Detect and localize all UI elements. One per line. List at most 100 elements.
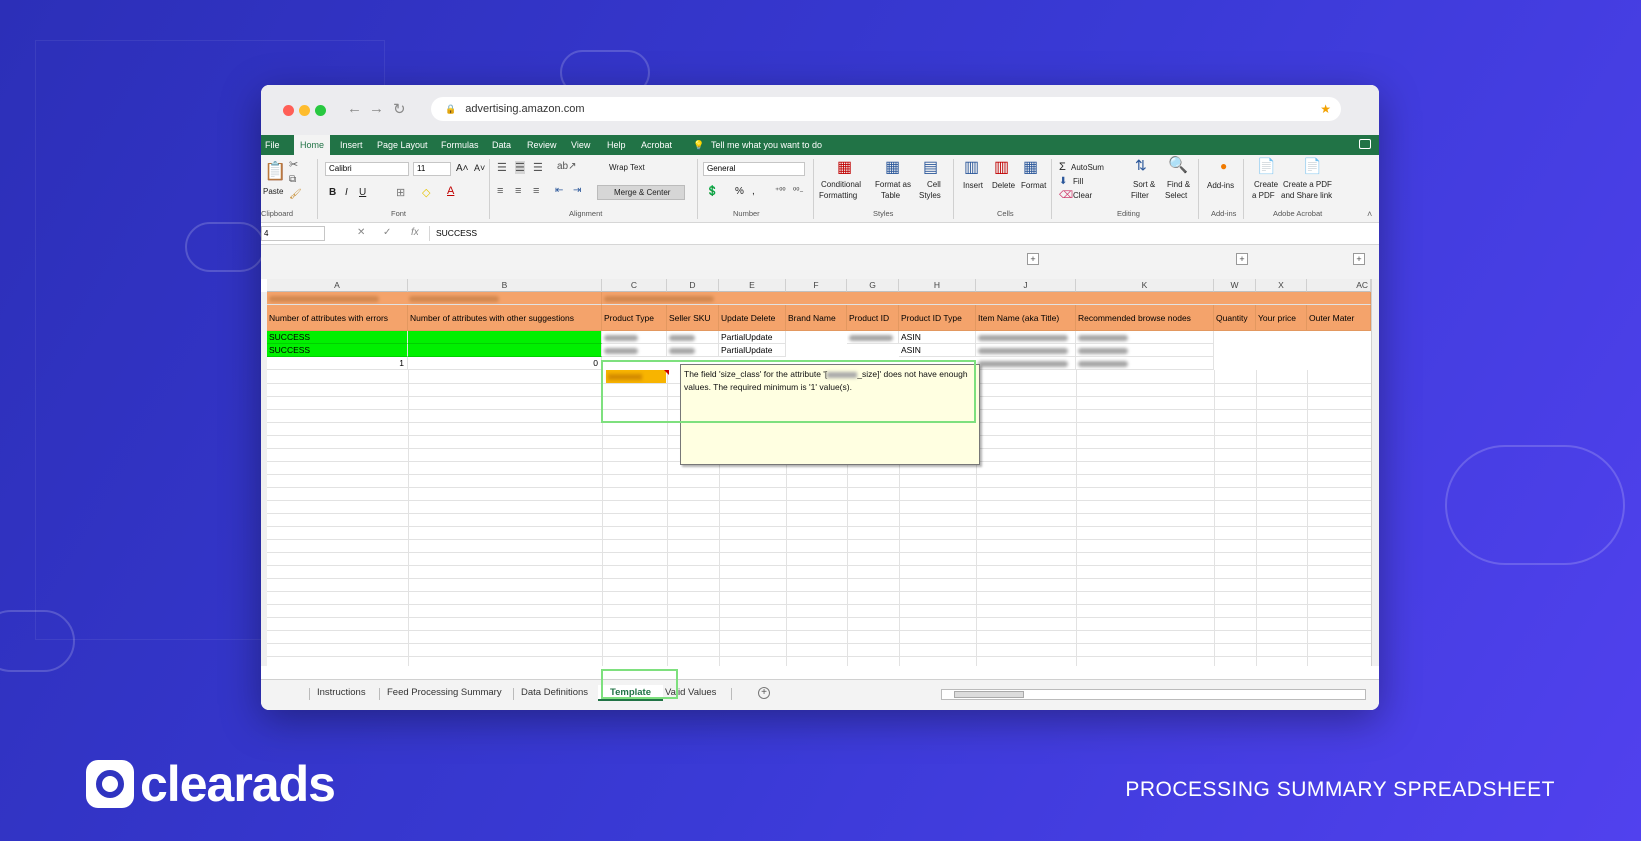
column-header-ac[interactable]: AC bbox=[1307, 279, 1371, 292]
template-info-cell[interactable] bbox=[267, 292, 602, 305]
status-cell[interactable] bbox=[408, 331, 602, 344]
enter-icon[interactable]: ✓ bbox=[383, 227, 391, 238]
forward-arrow-icon[interactable]: → bbox=[369, 100, 384, 117]
autosum-button[interactable]: AutoSum bbox=[1071, 163, 1104, 172]
decrease-font-icon[interactable]: A˅ bbox=[474, 163, 485, 173]
bookmark-star-icon[interactable]: ★ bbox=[1320, 97, 1331, 121]
header-cell[interactable]: Update Delete bbox=[719, 305, 786, 331]
suggestion-count-cell[interactable]: 0 bbox=[408, 357, 602, 370]
maximize-window-button[interactable] bbox=[315, 105, 326, 116]
menu-insert[interactable]: Insert bbox=[340, 135, 363, 155]
header-cell[interactable]: Product Type bbox=[602, 305, 667, 331]
horizontal-scroll-thumb[interactable] bbox=[954, 691, 1024, 698]
align-right-icon[interactable]: ≡ bbox=[533, 185, 539, 197]
column-header-f[interactable]: F bbox=[786, 279, 847, 292]
function-icon[interactable]: fx bbox=[411, 227, 419, 238]
delete-cells-button[interactable]: Delete bbox=[992, 181, 1015, 190]
address-bar[interactable]: 🔒 advertising.amazon.com ★ bbox=[431, 97, 1341, 121]
cell-styles-label-1[interactable]: Cell bbox=[927, 180, 941, 189]
fill-button[interactable]: Fill bbox=[1073, 177, 1083, 186]
borders-icon[interactable]: ⊞ bbox=[396, 186, 405, 199]
number-format-select[interactable]: General bbox=[703, 162, 805, 176]
expand-group-button[interactable]: + bbox=[1236, 253, 1248, 265]
spreadsheet-grid[interactable]: A B C D E F G H J K W X AC Number of att… bbox=[261, 279, 1371, 666]
header-cell[interactable]: Outer Mater bbox=[1307, 305, 1371, 331]
update-delete-cell[interactable]: PartialUpdate bbox=[719, 331, 786, 344]
item-name-cell[interactable] bbox=[976, 344, 1076, 357]
conditional-formatting-label-1[interactable]: Conditional bbox=[821, 180, 861, 189]
column-header-j[interactable]: J bbox=[976, 279, 1076, 292]
wrap-text-button[interactable]: Wrap Text bbox=[609, 163, 645, 172]
status-cell[interactable] bbox=[408, 344, 602, 357]
browse-nodes-cell[interactable] bbox=[1076, 344, 1214, 357]
horizontal-scrollbar[interactable] bbox=[941, 689, 1366, 700]
copy-icon[interactable]: ⧉ bbox=[289, 174, 296, 185]
menu-page-layout[interactable]: Page Layout bbox=[377, 135, 428, 155]
create-pdf-label-2[interactable]: a PDF bbox=[1252, 191, 1275, 200]
decrease-decimal-icon[interactable]: ⁰⁰₋ bbox=[793, 186, 804, 195]
sheet-tab-feed-processing-summary[interactable]: Feed Processing Summary bbox=[381, 685, 508, 701]
formula-input[interactable]: SUCCESS bbox=[429, 226, 1373, 241]
header-cell[interactable]: Number of attributes with other suggesti… bbox=[408, 305, 602, 331]
add-ins-button[interactable]: Add-ins bbox=[1207, 181, 1234, 190]
seller-sku-cell[interactable] bbox=[667, 344, 719, 357]
percent-style-icon[interactable]: % bbox=[735, 186, 744, 197]
align-bottom-icon[interactable]: ☰ bbox=[533, 161, 543, 174]
clear-button[interactable]: Clear bbox=[1073, 191, 1092, 200]
expand-group-button[interactable]: + bbox=[1027, 253, 1039, 265]
column-header-b[interactable]: B bbox=[408, 279, 602, 292]
column-header-a[interactable]: A bbox=[267, 279, 408, 292]
menu-home[interactable]: Home bbox=[294, 135, 331, 155]
cancel-icon[interactable]: ✕ bbox=[357, 227, 365, 238]
header-cell[interactable]: Quantity bbox=[1214, 305, 1256, 331]
seller-sku-cell[interactable] bbox=[667, 331, 719, 344]
tell-me-search[interactable]: Tell me what you want to do bbox=[711, 135, 822, 155]
create-share-label-2[interactable]: and Share link bbox=[1281, 191, 1332, 200]
format-as-table-label-2[interactable]: Table bbox=[881, 191, 900, 200]
align-middle-icon[interactable]: ☰ bbox=[515, 161, 525, 174]
item-name-cell[interactable] bbox=[976, 357, 1076, 370]
column-header-d[interactable]: D bbox=[667, 279, 719, 292]
column-header-w[interactable]: W bbox=[1214, 279, 1256, 292]
product-type-cell[interactable] bbox=[602, 344, 667, 357]
header-cell[interactable]: Item Name (aka Title) bbox=[976, 305, 1076, 331]
minimize-window-button[interactable] bbox=[299, 105, 310, 116]
product-id-type-cell[interactable]: ASIN bbox=[899, 344, 976, 357]
header-cell[interactable]: Product ID bbox=[847, 305, 899, 331]
column-header-h[interactable]: H bbox=[899, 279, 976, 292]
align-top-icon[interactable]: ☰ bbox=[497, 161, 507, 174]
create-pdf-label-1[interactable]: Create bbox=[1254, 180, 1278, 189]
sort-filter-label-1[interactable]: Sort & bbox=[1133, 180, 1155, 189]
sheet-tab-data-definitions[interactable]: Data Definitions bbox=[515, 685, 594, 701]
cut-icon[interactable]: ✂ bbox=[289, 158, 298, 171]
comma-style-icon[interactable]: , bbox=[752, 186, 755, 197]
status-cell[interactable]: SUCCESS bbox=[267, 344, 408, 357]
format-as-table-label-1[interactable]: Format as bbox=[875, 180, 911, 189]
header-cell[interactable]: Product ID Type bbox=[899, 305, 976, 331]
header-cell[interactable]: Number of attributes with errors bbox=[267, 305, 408, 331]
header-cell[interactable]: Your price bbox=[1256, 305, 1307, 331]
insert-cells-button[interactable]: Insert bbox=[963, 181, 983, 190]
column-header-x[interactable]: X bbox=[1256, 279, 1307, 292]
conditional-formatting-label-2[interactable]: Formatting bbox=[819, 191, 857, 200]
expand-group-button[interactable]: + bbox=[1353, 253, 1365, 265]
sheet-tab-instructions[interactable]: Instructions bbox=[311, 685, 372, 701]
increase-indent-icon[interactable]: ⇥ bbox=[573, 185, 581, 196]
vertical-scrollbar[interactable] bbox=[1371, 279, 1379, 666]
product-type-cell[interactable] bbox=[602, 331, 667, 344]
name-box[interactable]: 4 bbox=[261, 226, 325, 241]
add-sheet-button[interactable]: + bbox=[758, 687, 770, 699]
font-name-select[interactable]: Calibri bbox=[325, 162, 409, 176]
font-color-icon[interactable]: A bbox=[447, 185, 454, 197]
column-header-e[interactable]: E bbox=[719, 279, 786, 292]
menu-review[interactable]: Review bbox=[527, 135, 557, 155]
find-select-label-2[interactable]: Select bbox=[1165, 191, 1187, 200]
underline-button[interactable]: U bbox=[359, 187, 366, 198]
format-cells-button[interactable]: Format bbox=[1021, 181, 1046, 190]
cell-styles-label-2[interactable]: Styles bbox=[919, 191, 941, 200]
align-center-icon[interactable]: ≡ bbox=[515, 185, 521, 197]
browse-nodes-cell[interactable] bbox=[1076, 357, 1214, 370]
fill-color-icon[interactable]: ◇ bbox=[422, 186, 430, 199]
column-header-k[interactable]: K bbox=[1076, 279, 1214, 292]
format-painter-icon[interactable]: 🖌 bbox=[289, 189, 302, 200]
